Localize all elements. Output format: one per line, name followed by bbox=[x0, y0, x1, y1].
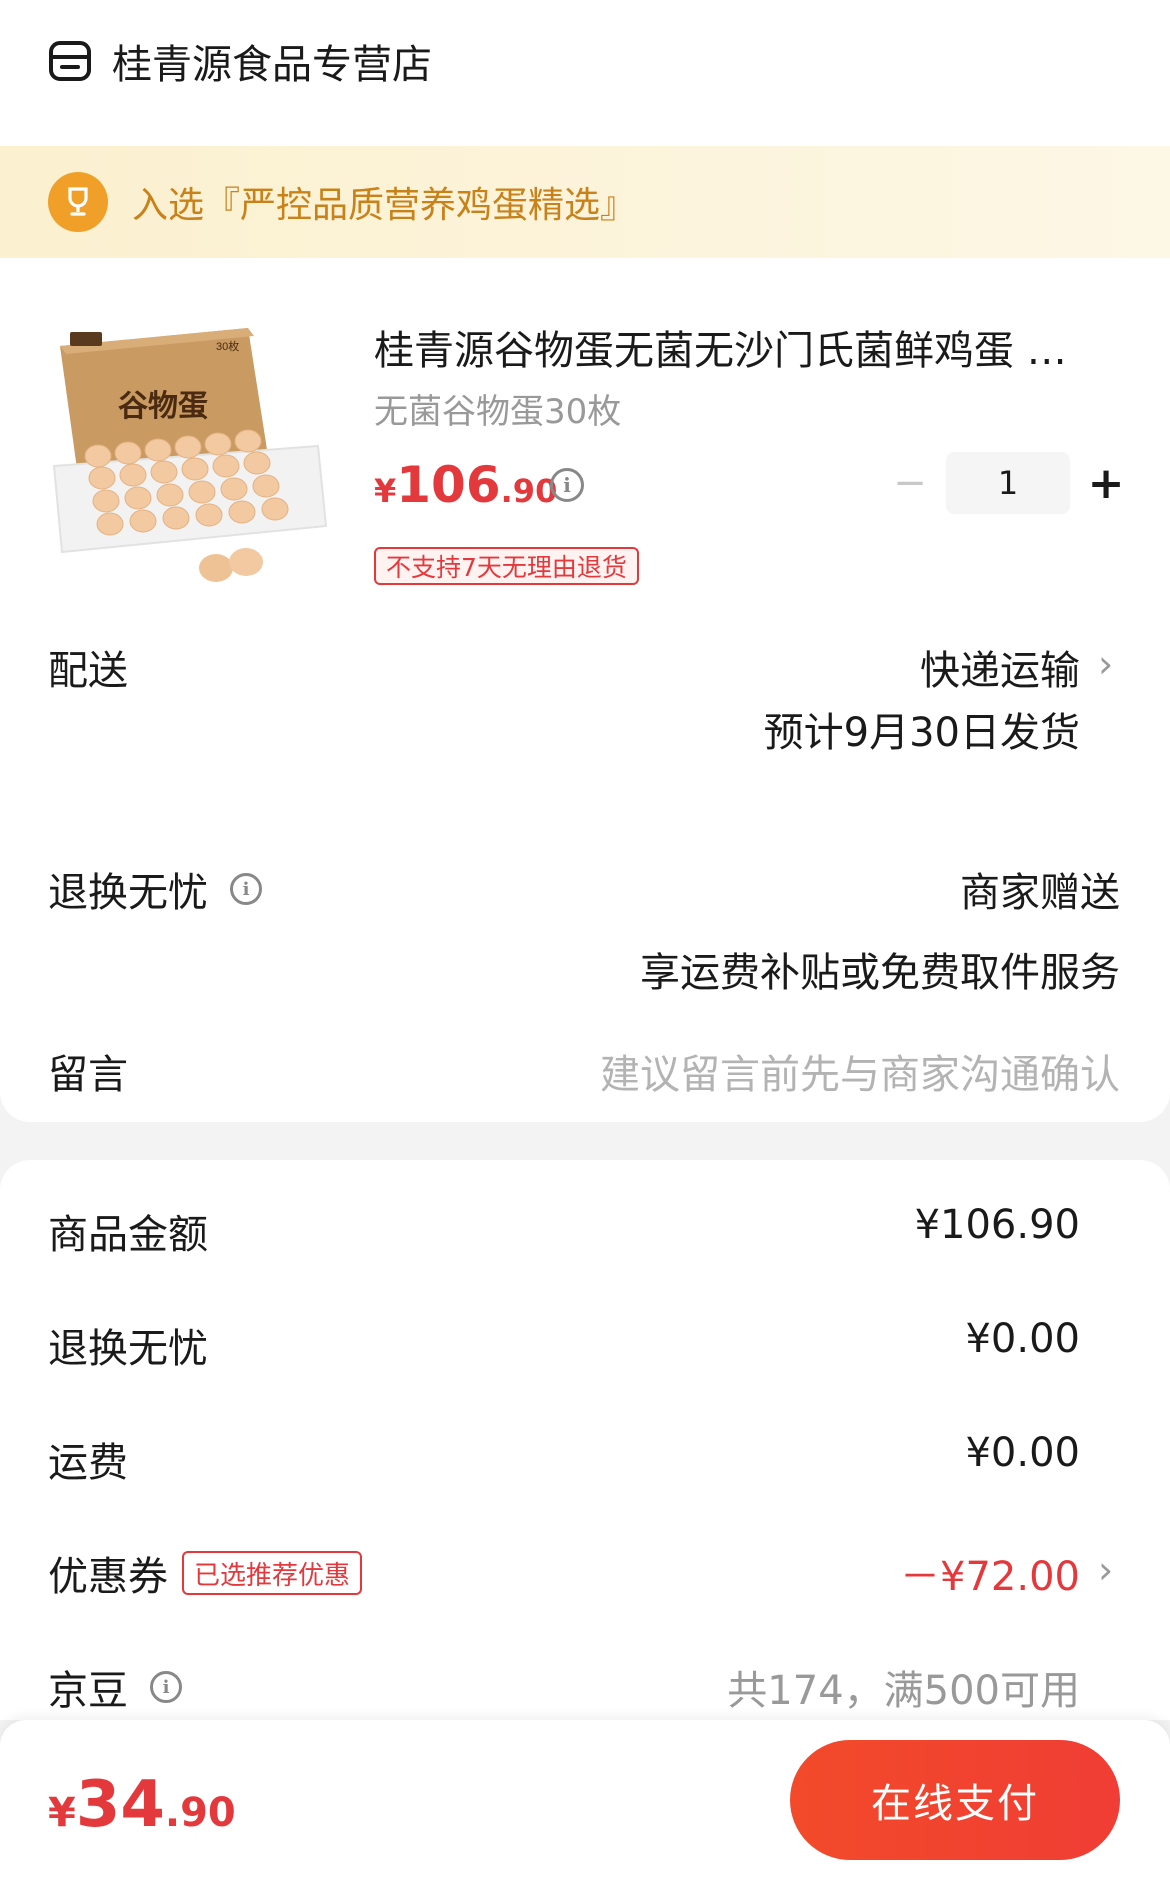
product-title[interactable]: 桂青源谷物蛋无菌无沙门氏菌鲜鸡蛋 … bbox=[374, 318, 1114, 376]
pay-online-button[interactable]: 在线支付 bbox=[790, 1740, 1120, 1860]
coupon-value[interactable]: －¥72.00 bbox=[900, 1544, 1080, 1602]
return-fee-value: ¥0.00 bbox=[965, 1316, 1080, 1362]
jd-bean-value: 共174，满500可用 bbox=[727, 1668, 1080, 1714]
return-fee-label: 退换无忧 bbox=[48, 1326, 208, 1372]
message-input[interactable]: 建议留言前先与商家沟通确认 bbox=[600, 1042, 1120, 1100]
chevron-right-icon[interactable]: › bbox=[1098, 642, 1113, 686]
info-icon[interactable]: i bbox=[230, 873, 262, 905]
product-price: ¥ 106 .90 bbox=[374, 456, 557, 514]
checkout-bar: ¥ 34 .90 在线支付 bbox=[0, 1720, 1170, 1886]
product-image[interactable]: 谷物蛋 30枚 bbox=[48, 306, 328, 596]
message-label: 留言 bbox=[48, 1052, 128, 1098]
banner-text: 入选『严控品质营养鸡蛋精选』 bbox=[132, 185, 637, 226]
chevron-right-icon[interactable]: › bbox=[1098, 1548, 1113, 1592]
quantity-stepper: − 1 + bbox=[880, 452, 1136, 514]
coupon-label: 优惠券 bbox=[48, 1554, 168, 1600]
price-integer: 106 bbox=[396, 456, 501, 514]
decrease-button[interactable]: − bbox=[880, 453, 940, 513]
return-service-row: 退换无忧 i bbox=[48, 860, 262, 918]
total-currency: ¥ bbox=[48, 1790, 76, 1836]
return-service-value[interactable]: 商家赠送 bbox=[960, 860, 1120, 918]
delivery-eta: 预计9月30日发货 bbox=[763, 710, 1080, 756]
total-integer: 34 bbox=[75, 1768, 165, 1842]
product-spec[interactable]: 无菌谷物蛋30枚 bbox=[374, 384, 621, 433]
price-currency: ¥ bbox=[374, 472, 397, 510]
total-decimal: .90 bbox=[164, 1790, 236, 1836]
goods-amount-value: ¥106.90 bbox=[914, 1202, 1080, 1248]
price-decimal: .90 bbox=[500, 472, 558, 510]
coupon-row[interactable]: 优惠券 已选推荐优惠 bbox=[48, 1544, 363, 1602]
store-icon bbox=[49, 41, 91, 81]
shipping-value: ¥0.00 bbox=[965, 1430, 1080, 1476]
goods-amount-label: 商品金额 bbox=[48, 1212, 208, 1258]
box-count: 30枚 bbox=[216, 339, 239, 353]
quantity-input[interactable]: 1 bbox=[946, 452, 1070, 514]
store-name: 桂青源食品专营店 bbox=[112, 42, 432, 88]
jd-bean-label: 京豆 bbox=[48, 1668, 128, 1714]
price-info-icon[interactable]: i bbox=[550, 468, 584, 502]
delivery-label: 配送 bbox=[48, 648, 128, 694]
return-policy-tag: 不支持7天无理由退货 bbox=[374, 547, 639, 585]
store-header[interactable]: 桂青源食品专营店 bbox=[48, 26, 432, 96]
delivery-method[interactable]: 快递运输 bbox=[920, 638, 1080, 696]
coupon-recommended-tag: 已选推荐优惠 bbox=[182, 1551, 363, 1595]
price-summary-card: 商品金额 ¥106.90 退换无忧 ¥0.00 运费 ¥0.00 优惠券 已选推… bbox=[0, 1160, 1170, 1720]
return-service-desc: 享运费补贴或免费取件服务 bbox=[640, 950, 1120, 996]
jd-bean-row: 京豆 i bbox=[48, 1658, 182, 1716]
selection-banner: 入选『严控品质营养鸡蛋精选』 bbox=[0, 146, 1170, 258]
box-label: 谷物蛋 bbox=[118, 390, 208, 423]
return-service-label: 退换无忧 bbox=[48, 870, 208, 916]
increase-button[interactable]: + bbox=[1076, 453, 1136, 513]
order-card: 桂青源食品专营店 入选『严控品质营养鸡蛋精选』 谷物蛋 30枚 桂青源谷物蛋无菌… bbox=[0, 0, 1170, 1122]
trophy-icon bbox=[48, 172, 108, 232]
shipping-label: 运费 bbox=[48, 1440, 128, 1486]
total-price: ¥ 34 .90 bbox=[48, 1768, 236, 1842]
info-icon[interactable]: i bbox=[150, 1671, 182, 1703]
